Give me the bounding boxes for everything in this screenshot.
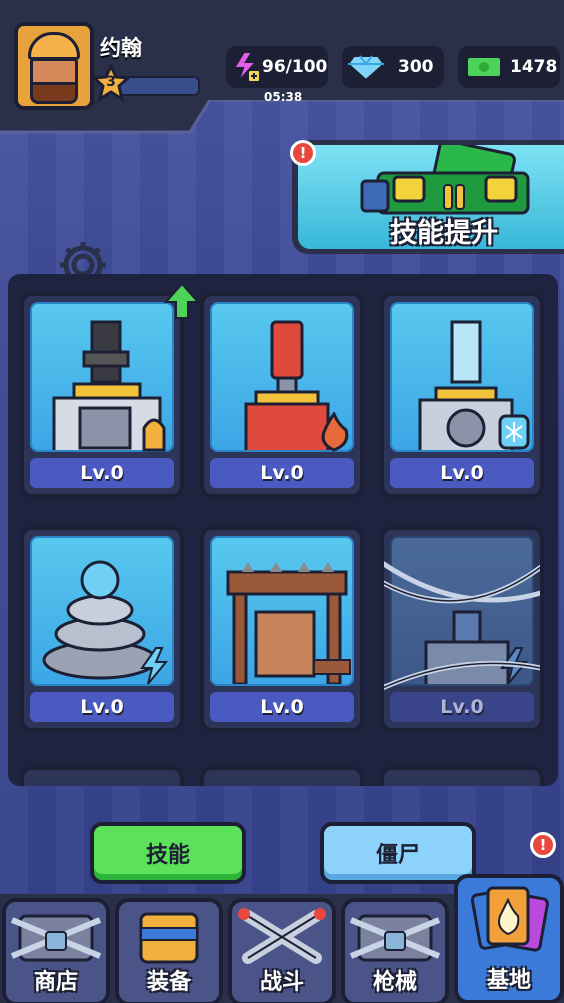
cash-counter[interactable]: 1478: [458, 46, 560, 88]
energy-value: 96/100: [262, 57, 328, 77]
upgrade-arrow-icon: [164, 282, 200, 319]
cash-icon: [466, 56, 502, 78]
crossed-guns-icon: [238, 908, 326, 964]
skill-card-gatling[interactable]: Lv.0: [20, 292, 184, 498]
skill-card-tesla[interactable]: Lv.0: [20, 526, 184, 732]
tab-zombie[interactable]: 僵尸: [320, 822, 476, 884]
nav-label: 战斗: [259, 970, 304, 995]
chained-shop-icon: [10, 914, 102, 962]
nav-battle[interactable]: 战斗: [228, 898, 336, 1003]
hardhat-icon: [28, 32, 80, 60]
banner-alert-icon: !: [290, 140, 316, 166]
gem-counter[interactable]: 300: [342, 46, 444, 88]
level-star-badge: 3: [90, 62, 132, 103]
fire-icon: [321, 412, 349, 452]
skill-level: Lv.0: [390, 458, 534, 488]
skill-cards-icon: [470, 886, 549, 952]
nav-label: 装备: [146, 970, 191, 995]
skill-grid-panel: Lv.0 Lv.0 Lv.0 Lv.0 Lv.0 Lv.0: [8, 274, 558, 786]
cash-value: 1478: [510, 57, 558, 77]
nav-label: 商店: [33, 970, 78, 995]
nav-base-alert-icon: !: [530, 832, 556, 858]
energy-bolt-icon: [232, 51, 261, 83]
equipment-chest-icon: [139, 912, 199, 964]
skill-level: Lv.0: [210, 458, 354, 488]
spike-icon: [313, 659, 351, 675]
player-avatar[interactable]: [14, 22, 94, 110]
nav-base[interactable]: 基地: [454, 874, 564, 1003]
nav-label: 基地: [486, 968, 531, 993]
nav-label: 枪械: [372, 970, 417, 995]
player-name: 约翰: [100, 36, 142, 60]
skill-card-spike-trap[interactable]: Lv.0: [200, 526, 364, 732]
skill-card-freeze[interactable]: Lv.0: [380, 292, 544, 498]
xp-bar: [118, 76, 200, 96]
banner-title: 技能提升: [390, 218, 498, 249]
skill-card-peek: [380, 766, 544, 786]
skill-level: Lv.0: [30, 458, 174, 488]
diamond-icon: [346, 55, 386, 82]
chained-guns-icon: [349, 914, 441, 962]
chain-lock-icon: [384, 560, 540, 691]
gem-value: 300: [398, 57, 434, 77]
skill-card-peek: [200, 766, 364, 786]
energy-counter[interactable]: 96/100: [226, 46, 328, 88]
skill-card-peek: [20, 766, 184, 786]
skill-level: Lv.0: [210, 692, 354, 722]
nav-equip[interactable]: 装备: [115, 898, 223, 1003]
lightning-icon: [140, 647, 169, 685]
bullet-icon: [142, 418, 166, 452]
snowflake-icon: [498, 414, 530, 450]
skill-upgrade-banner[interactable]: 技能提升: [292, 140, 564, 254]
player-level: 3: [106, 74, 116, 90]
skill-card-flamethrower[interactable]: Lv.0: [200, 292, 364, 498]
skill-card-locked[interactable]: Lv.0: [380, 526, 544, 732]
tab-skill[interactable]: 技能: [90, 822, 246, 884]
energy-timer: 05:38: [264, 90, 303, 104]
skill-level: Lv.0: [30, 692, 174, 722]
nav-shop[interactable]: 商店: [2, 898, 110, 1003]
nav-guns[interactable]: 枪械: [341, 898, 449, 1003]
